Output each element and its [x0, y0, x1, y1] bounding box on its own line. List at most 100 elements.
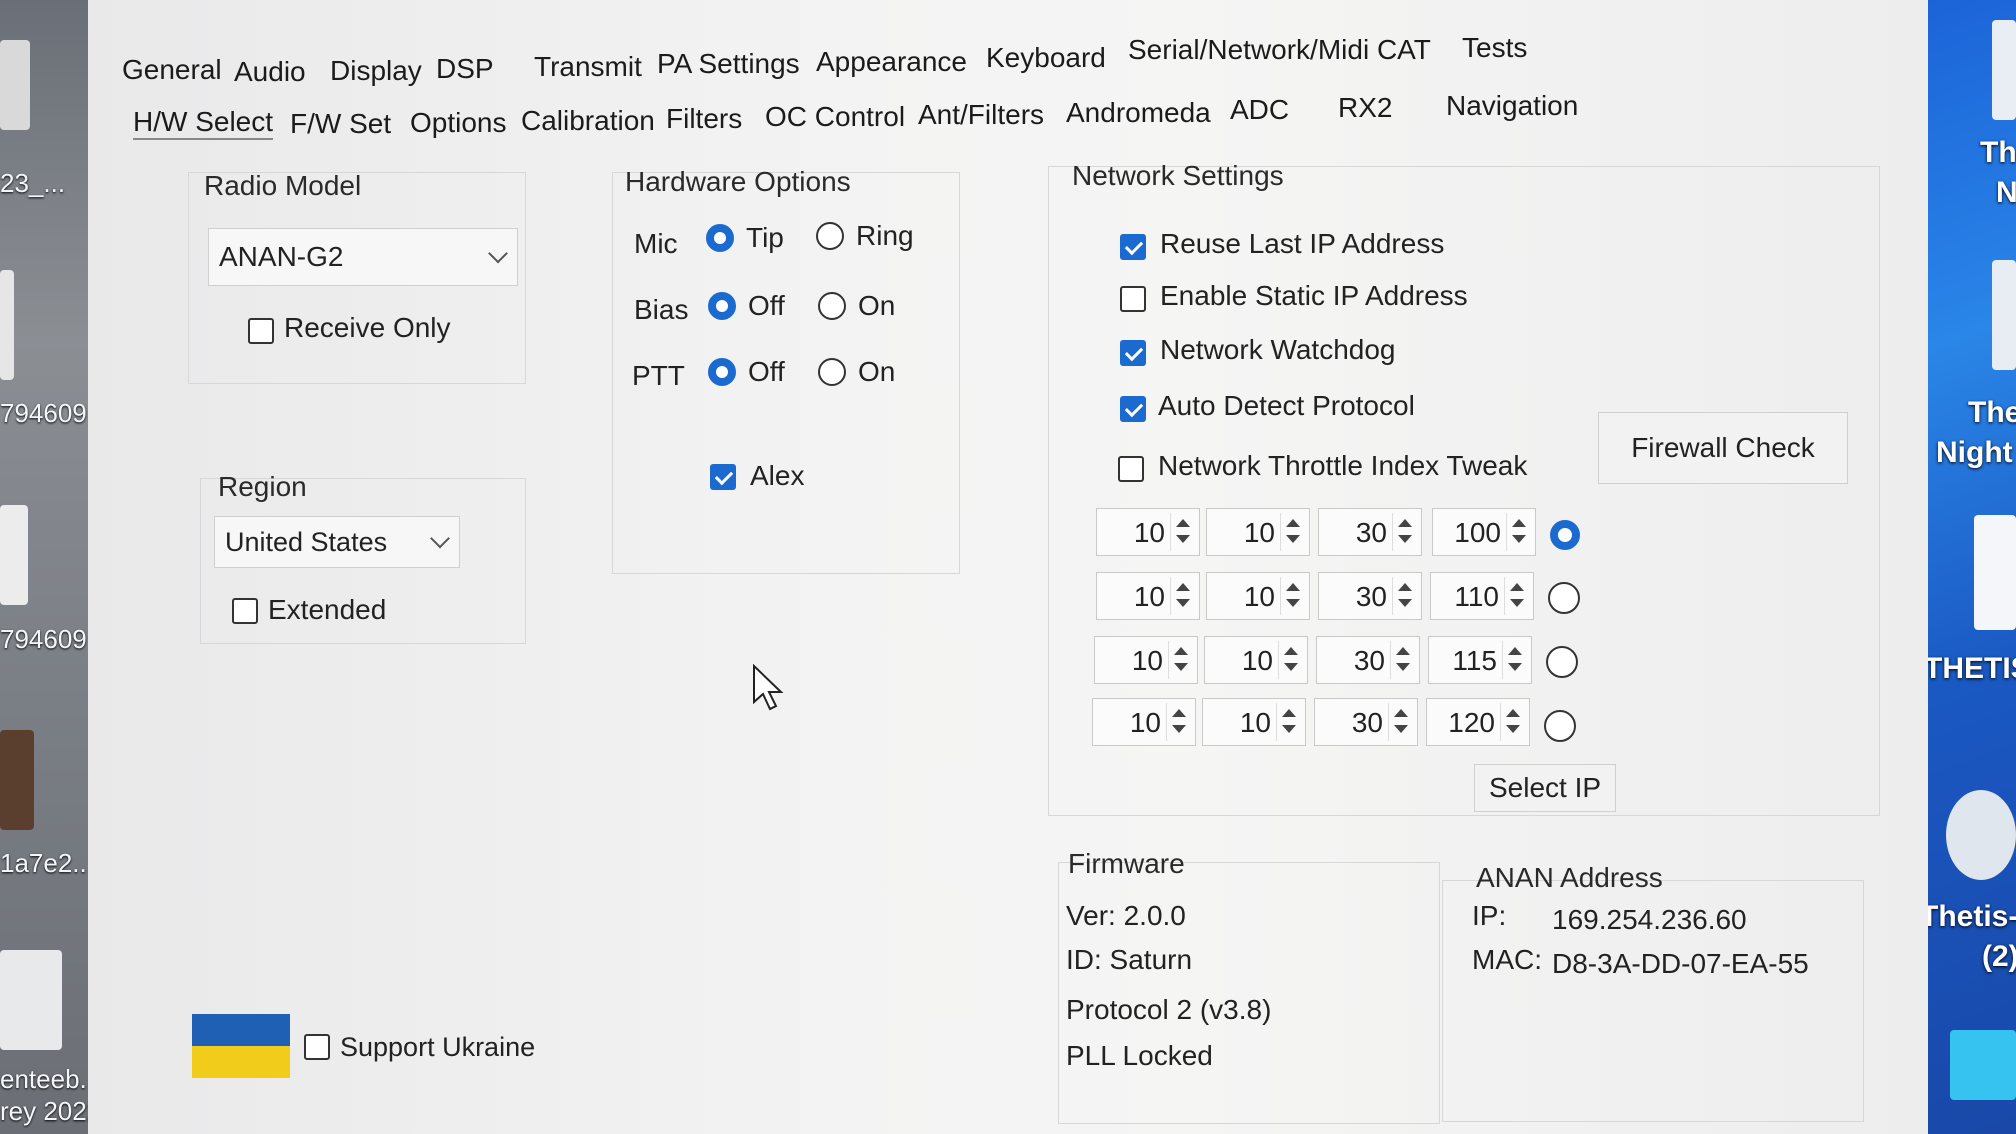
anan-ip-value: 169.254.236.60	[1552, 904, 1747, 935]
spinner-arrows-icon[interactable]	[1506, 513, 1531, 551]
ip-octet-spinner[interactable]: 10	[1206, 572, 1310, 620]
tab-adc[interactable]: ADC	[1230, 94, 1289, 126]
static-ip-checkbox[interactable]	[1120, 286, 1146, 312]
ip-octet-spinner[interactable]: 10	[1206, 508, 1310, 556]
alex-checkbox[interactable]	[710, 464, 736, 490]
firmware-title: Firmware	[1068, 848, 1185, 879]
mic-ring-radio[interactable]	[816, 222, 844, 250]
ptt-off-label: Off	[748, 356, 785, 387]
spinner-arrows-icon[interactable]	[1388, 703, 1413, 741]
spinner-arrows-icon[interactable]	[1392, 513, 1417, 551]
auto-detect-checkbox[interactable]	[1120, 396, 1146, 422]
radio-model-dropdown[interactable]: ANAN-G2	[208, 228, 518, 286]
desktop-icon[interactable]	[1974, 515, 2016, 630]
ip-octet-spinner[interactable]: 10	[1096, 508, 1200, 556]
ip-row-2-radio[interactable]	[1548, 582, 1580, 614]
tab-hw-select[interactable]: H/W Select	[133, 106, 274, 140]
desktop-icon[interactable]	[0, 730, 34, 830]
monitor-icon[interactable]	[1950, 1030, 2016, 1100]
ip-octet-spinner[interactable]: 110	[1430, 572, 1534, 620]
tab-ant-filters[interactable]: Ant/Filters	[918, 99, 1044, 131]
ip-row-1-radio[interactable]	[1550, 520, 1580, 550]
disc-icon[interactable]	[1946, 790, 2016, 880]
tab-general[interactable]: General	[122, 54, 222, 86]
tab-appearance[interactable]: Appearance	[816, 46, 967, 78]
desktop-icon[interactable]	[1992, 20, 2016, 120]
tab-audio[interactable]: Audio	[234, 56, 306, 88]
spinner-arrows-icon[interactable]	[1504, 577, 1529, 615]
edge-icon[interactable]	[0, 950, 62, 1050]
desktop-icon[interactable]	[1992, 260, 2016, 370]
ip-octet-spinner[interactable]: 10	[1204, 636, 1308, 684]
tab-oc-control[interactable]: OC Control	[765, 101, 905, 133]
throttle-checkbox[interactable]	[1118, 456, 1144, 482]
desktop-icon-label: 1a7e2...	[0, 848, 94, 878]
bias-on-radio[interactable]	[818, 292, 846, 320]
watchdog-checkbox[interactable]	[1120, 340, 1146, 366]
bias-off-radio[interactable]	[708, 292, 736, 320]
ip-octet-spinner[interactable]: 10	[1094, 636, 1198, 684]
ip-octet-value: 10	[1239, 707, 1271, 738]
firewall-check-button[interactable]: Firewall Check	[1598, 412, 1848, 484]
ip-octet-spinner[interactable]: 30	[1318, 508, 1422, 556]
reuse-ip-checkbox[interactable]	[1120, 234, 1146, 260]
ip-row-4-radio[interactable]	[1544, 710, 1576, 742]
auto-detect-label: Auto Detect Protocol	[1158, 390, 1415, 421]
spinner-arrows-icon[interactable]	[1280, 577, 1305, 615]
mic-tip-radio[interactable]	[706, 224, 734, 252]
tab-display[interactable]: Display	[330, 55, 422, 87]
ip-octet-spinner[interactable]: 10	[1092, 698, 1196, 746]
network-settings-title: Network Settings	[1072, 160, 1284, 191]
spinner-arrows-icon[interactable]	[1170, 577, 1195, 615]
tab-calibration[interactable]: Calibration	[521, 105, 655, 137]
tab-pa-settings[interactable]: PA Settings	[657, 48, 800, 80]
support-ukraine-label: Support Ukraine	[340, 1032, 536, 1062]
receive-only-checkbox[interactable]	[248, 318, 274, 344]
select-ip-button[interactable]: Select IP	[1474, 764, 1616, 812]
spinner-arrows-icon[interactable]	[1166, 703, 1191, 741]
support-ukraine-checkbox[interactable]	[304, 1034, 330, 1060]
spinner-arrows-icon[interactable]	[1390, 641, 1415, 679]
tab-filters[interactable]: Filters	[666, 103, 742, 135]
ip-octet-spinner[interactable]: 120	[1426, 698, 1530, 746]
ip-octet-value: 100	[1454, 517, 1501, 548]
spinner-arrows-icon[interactable]	[1170, 513, 1195, 551]
tab-keyboard[interactable]: Keyboard	[986, 42, 1106, 74]
ip-row-3-radio[interactable]	[1546, 646, 1578, 678]
tab-andromeda[interactable]: Andromeda	[1066, 97, 1211, 129]
spinner-arrows-icon[interactable]	[1502, 641, 1527, 679]
mic-tip-label: Tip	[746, 222, 784, 253]
ip-octet-spinner[interactable]: 10	[1096, 572, 1200, 620]
ip-octet-spinner[interactable]: 30	[1316, 636, 1420, 684]
tab-fw-set[interactable]: F/W Set	[290, 108, 391, 140]
ip-octet-spinner[interactable]: 100	[1432, 508, 1536, 556]
spinner-arrows-icon[interactable]	[1500, 703, 1525, 741]
desktop-icon[interactable]	[0, 40, 30, 130]
spinner-arrows-icon[interactable]	[1392, 577, 1417, 615]
flag-yellow-stripe	[192, 1046, 290, 1078]
spinner-arrows-icon[interactable]	[1168, 641, 1193, 679]
ptt-on-radio[interactable]	[818, 358, 846, 386]
tab-rx2[interactable]: RX2	[1338, 92, 1392, 124]
spinner-arrows-icon[interactable]	[1280, 513, 1305, 551]
tab-serial-network-midi-cat[interactable]: Serial/Network/Midi CAT	[1128, 34, 1431, 66]
region-dropdown[interactable]: United States	[214, 516, 460, 568]
tab-options[interactable]: Options	[410, 107, 507, 139]
tab-tests[interactable]: Tests	[1462, 32, 1527, 64]
chevron-down-icon	[488, 243, 508, 264]
desktop-icon[interactable]	[0, 270, 14, 380]
ip-octet-spinner[interactable]: 30	[1314, 698, 1418, 746]
spinner-arrows-icon[interactable]	[1276, 703, 1301, 741]
firmware-id: ID: Saturn	[1066, 944, 1193, 975]
desktop-icon[interactable]	[0, 505, 28, 605]
firmware-pll-status: PLL Locked	[1066, 1040, 1213, 1071]
ptt-off-radio[interactable]	[708, 358, 736, 386]
tab-transmit[interactable]: Transmit	[534, 51, 642, 83]
spinner-arrows-icon[interactable]	[1278, 641, 1303, 679]
ip-octet-spinner[interactable]: 10	[1202, 698, 1306, 746]
tab-dsp[interactable]: DSP	[436, 53, 494, 85]
ip-octet-spinner[interactable]: 115	[1428, 636, 1532, 684]
tab-navigation[interactable]: Navigation	[1446, 90, 1578, 122]
ip-octet-spinner[interactable]: 30	[1318, 572, 1422, 620]
extended-checkbox[interactable]	[232, 598, 258, 624]
